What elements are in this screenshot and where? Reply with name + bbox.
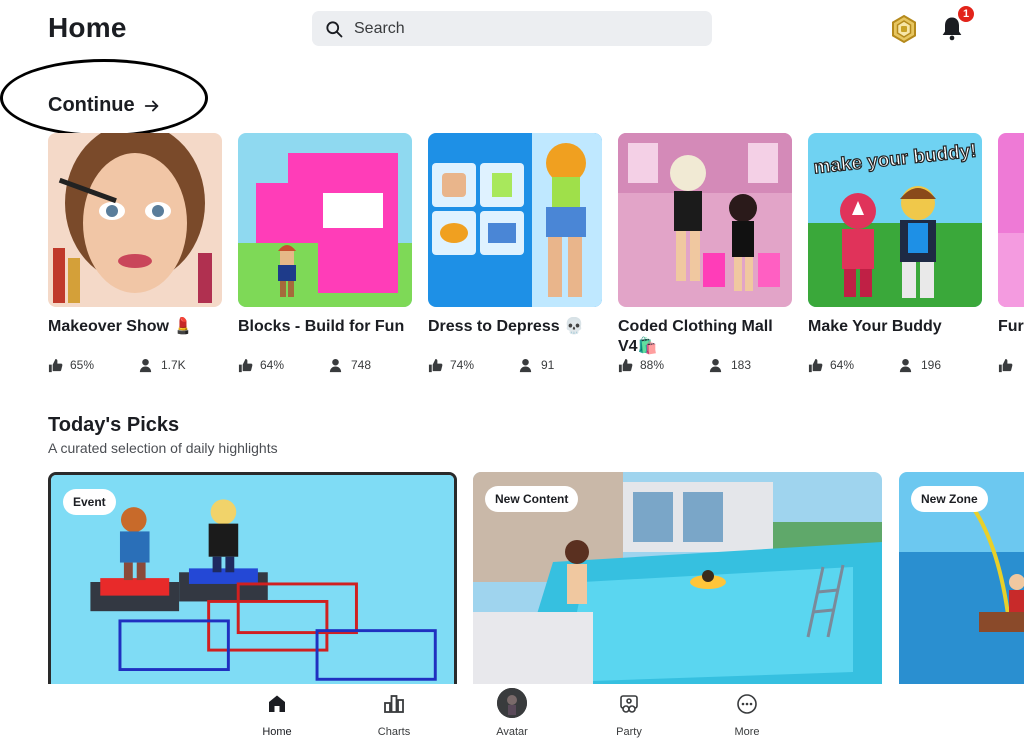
section-subtitle: A curated selection of daily highlights — [48, 440, 278, 456]
search-icon — [326, 20, 343, 37]
game-stats — [998, 357, 1024, 373]
game-title: Furr [Fur — [998, 318, 1024, 335]
game-title: Coded Clothing Mall V4🛍️ — [618, 318, 773, 355]
game-card[interactable]: Furr [Fur — [998, 133, 1024, 372]
thumbs-up-icon — [48, 358, 63, 372]
players-value: 196 — [921, 358, 942, 372]
players-stat: 196 — [898, 358, 941, 373]
game-card[interactable]: Coded Clothing Mall V4🛍️ 88% 183 — [618, 133, 792, 372]
players-value: 91 — [541, 358, 555, 372]
game-thumbnail[interactable] — [998, 133, 1024, 307]
game-title: Make Your Buddy — [808, 318, 942, 335]
nav-more[interactable]: More — [707, 692, 787, 738]
rating-stat: 88% — [618, 358, 664, 373]
party-icon — [620, 695, 638, 713]
continue-label: Continue — [48, 94, 135, 116]
nav-label: Home — [262, 726, 292, 738]
continue-section-link[interactable]: Continue — [48, 94, 161, 117]
rating-value: 64% — [830, 358, 855, 372]
game-stats: 74% 91 — [428, 357, 602, 373]
partial-thumbnail-image — [998, 133, 1024, 307]
game-title: Blocks - Build for Fun — [238, 318, 405, 335]
game-thumbnail[interactable] — [428, 133, 602, 307]
game-thumbnail[interactable]: make your buddy! — [808, 133, 982, 307]
search-input[interactable] — [354, 19, 694, 38]
notification-count-badge: 1 — [956, 4, 976, 24]
nav-party[interactable]: Party — [589, 692, 669, 738]
players-value: 748 — [351, 358, 372, 372]
page-title: Home — [48, 12, 127, 43]
nav-charts[interactable]: Charts — [354, 692, 434, 738]
nav-label: Party — [616, 726, 642, 738]
nav-label: Avatar — [496, 726, 528, 738]
more-icon — [737, 694, 757, 714]
rating-value: 88% — [640, 358, 665, 372]
todays-picks-row: Event New Content New Zone — [48, 472, 1024, 684]
thumbs-up-icon — [998, 358, 1013, 372]
players-stat: 1.7K — [138, 358, 186, 373]
game-thumbnail[interactable] — [618, 133, 792, 307]
game-card[interactable]: Makeover Show 💄 65% 1.7K — [48, 133, 222, 372]
players-stat: 748 — [328, 358, 371, 373]
robux-icon[interactable] — [889, 14, 919, 44]
rating-value: 74% — [450, 358, 475, 372]
avatar-icon — [497, 688, 527, 718]
arrow-right-icon — [144, 100, 158, 111]
nav-label: Charts — [377, 726, 411, 738]
game-title: Makeover Show 💄 — [48, 318, 194, 335]
new-zone-badge: New Zone — [911, 486, 988, 512]
makeover-thumbnail-image — [48, 133, 222, 307]
dress-thumbnail-image — [428, 133, 602, 307]
game-card[interactable]: make your buddy! Make Your Buddy 64% 196 — [808, 133, 982, 372]
players-stat: 91 — [518, 358, 554, 373]
rating-stat: 64% — [808, 358, 854, 373]
players-icon — [519, 358, 532, 372]
game-thumbnail[interactable] — [48, 133, 222, 307]
nav-label: More — [734, 726, 760, 738]
rating-stat: 65% — [48, 358, 94, 373]
players-value: 1.7K — [161, 358, 186, 372]
new-content-badge: New Content — [485, 486, 579, 512]
thumbs-up-icon — [618, 358, 633, 372]
game-card[interactable]: Blocks - Build for Fun 64% 748 — [238, 133, 412, 372]
rating-value: 64% — [260, 358, 285, 372]
rating-value: 65% — [70, 358, 95, 372]
players-icon — [899, 358, 912, 372]
bottom-navigation: Home Charts Avatar Party More — [0, 684, 1024, 748]
section-title: Today's Picks — [48, 414, 180, 436]
thumbs-up-icon — [808, 358, 823, 372]
rating-stat — [998, 358, 1020, 373]
home-icon — [269, 695, 285, 712]
nav-avatar[interactable]: Avatar — [472, 688, 552, 738]
game-stats: 64% 196 — [808, 357, 982, 373]
continue-games-row: Makeover Show 💄 65% 1.7K Blocks - Build … — [48, 133, 1024, 383]
game-title: Dress to Depress 💀 — [428, 318, 584, 335]
thumbs-up-icon — [428, 358, 443, 372]
game-stats: 88% 183 — [618, 357, 792, 373]
search-bar[interactable] — [312, 11, 712, 46]
pick-card[interactable]: New Zone — [899, 472, 1024, 684]
game-stats: 65% 1.7K — [48, 357, 222, 373]
blocks-thumbnail-image — [238, 133, 412, 307]
players-icon — [329, 358, 342, 372]
thumbs-up-icon — [238, 358, 253, 372]
players-icon — [709, 358, 722, 372]
clothing-mall-thumbnail-image — [618, 133, 792, 307]
event-badge: Event — [63, 489, 116, 515]
nav-home[interactable]: Home — [237, 692, 317, 738]
players-value: 183 — [731, 358, 752, 372]
rating-stat: 64% — [238, 358, 284, 373]
charts-icon — [384, 695, 404, 713]
pick-card[interactable]: Event — [48, 472, 457, 684]
pick-card[interactable]: New Content — [473, 472, 882, 684]
game-thumbnail[interactable] — [238, 133, 412, 307]
players-icon — [139, 358, 152, 372]
players-stat: 183 — [708, 358, 751, 373]
rating-stat: 74% — [428, 358, 474, 373]
game-card[interactable]: Dress to Depress 💀 74% 91 — [428, 133, 602, 372]
make-your-buddy-thumbnail-image: make your buddy! — [808, 133, 982, 307]
game-stats: 64% 748 — [238, 357, 412, 373]
home-screen: Home 1 Continue — [0, 0, 1024, 748]
